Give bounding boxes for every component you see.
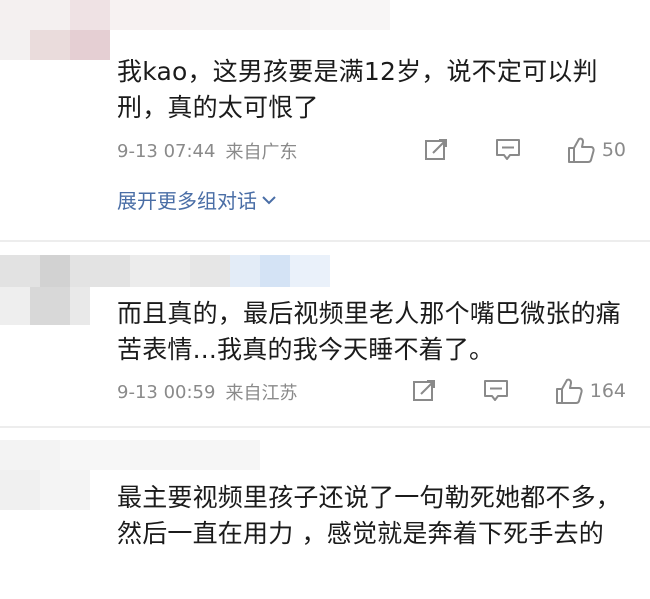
comment-location: 来自江苏 xyxy=(225,383,298,404)
comment-icon xyxy=(495,139,520,160)
comment-item-2: 而且真的，最后视频里老人那个嘴巴微张的痛苦表情...我真的我今天睡不着了。 9-… xyxy=(0,240,650,430)
like-count: 164 xyxy=(589,380,626,402)
repost-button[interactable] xyxy=(412,378,438,404)
like-button[interactable]: 50 xyxy=(566,136,626,164)
expand-label: 展开更多组对话 xyxy=(117,188,257,213)
like-icon xyxy=(567,137,595,163)
like-count: 50 xyxy=(601,139,626,161)
comment-item-1: 我kao，这男孩要是满12岁，说不定可以判刑，真的太可恨了 9-13 07:44… xyxy=(0,0,650,222)
comment-actions: 50 xyxy=(424,134,626,166)
repost-icon xyxy=(412,380,435,401)
comment-button[interactable] xyxy=(494,137,522,163)
comment-icon xyxy=(483,380,508,401)
comment-text: 而且真的，最后视频里老人那个嘴巴微张的痛苦表情...我真的我今天睡不着了。 xyxy=(117,299,622,364)
comment-time: 9-13 07:44 xyxy=(117,140,216,162)
comment-text: 我kao，这男孩要是满12岁，说不定可以判刑，真的太可恨了 xyxy=(117,57,598,122)
comment-button[interactable] xyxy=(482,378,510,404)
comment-location: 来自广东 xyxy=(225,142,298,163)
like-icon xyxy=(555,378,583,404)
like-button[interactable]: 164 xyxy=(554,377,626,405)
chevron-down-icon xyxy=(261,187,277,211)
comment-text: 最主要视频里孩子还说了一句勒死她都不多，然后一直在用力 ，感觉就是奔着下死手去的 xyxy=(117,483,622,548)
comment-time: 9-13 00:59 xyxy=(117,381,216,403)
repost-icon xyxy=(424,139,447,160)
comment-item-3: 最主要视频里孩子还说了一句勒死她都不多，然后一直在用力 ，感觉就是奔着下死手去的 xyxy=(0,426,650,599)
comment-thread: 我kao，这男孩要是满12岁，说不定可以判刑，真的太可恨了 9-13 07:44… xyxy=(0,0,650,599)
repost-button[interactable] xyxy=(424,137,450,163)
expand-conversation-link[interactable]: 展开更多组对话 xyxy=(117,184,277,214)
comment-actions: 164 xyxy=(412,375,626,407)
